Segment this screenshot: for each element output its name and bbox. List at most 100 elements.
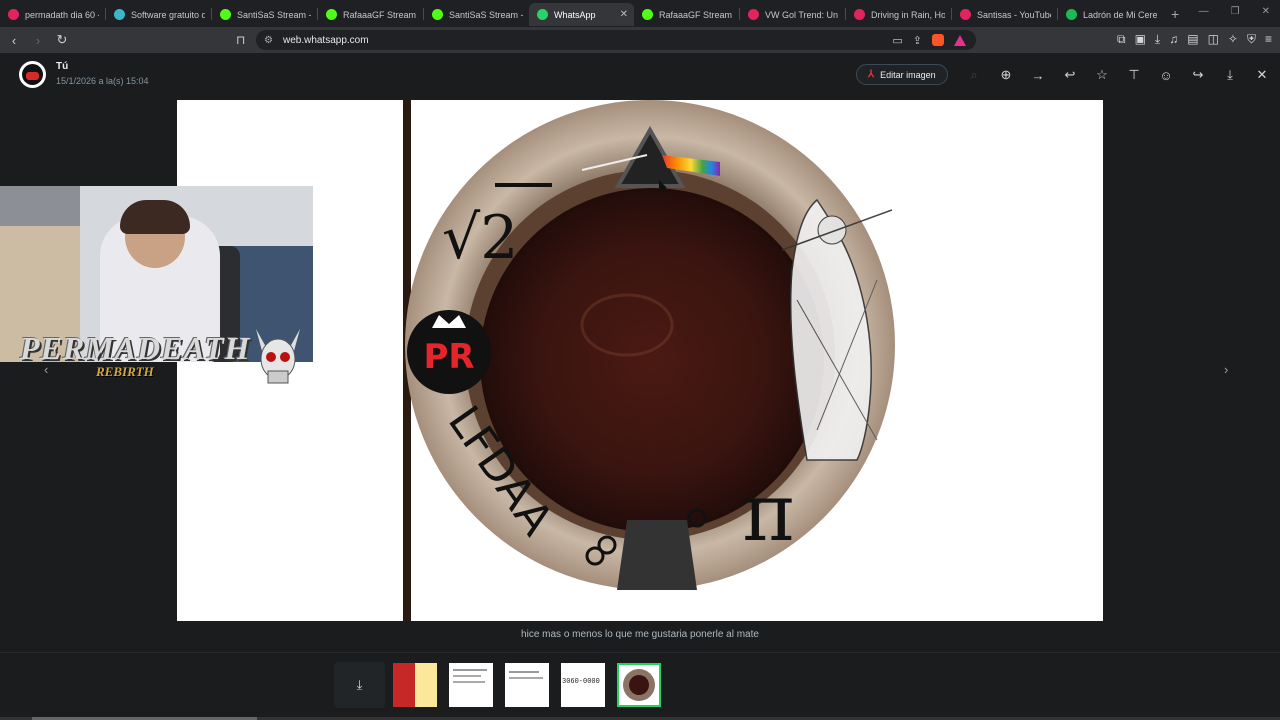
- thumbnail-spreadsheet[interactable]: [393, 663, 437, 707]
- browser-tab[interactable]: SantiSaS Stream - V: [424, 3, 529, 26]
- media-caption: hice mas o menos lo que me gustaria pone…: [521, 629, 759, 640]
- forward-nav-icon[interactable]: ›: [28, 33, 48, 48]
- tab-title: Software gratuito de: [131, 9, 205, 20]
- url-text: web.whatsapp.com: [282, 34, 369, 46]
- browser-tab[interactable]: Santisas - YouTube: [952, 3, 1057, 26]
- tab-favicon-icon: [326, 9, 337, 20]
- restore-icon[interactable]: ❐: [1231, 6, 1240, 17]
- new-tab-button[interactable]: +: [1171, 6, 1179, 22]
- tab-title: RafaaaGF Stream - V: [659, 9, 733, 20]
- tab-favicon-icon: [8, 9, 19, 20]
- edit-image-label: Editar imagen: [880, 69, 936, 80]
- media-viewer-header: Tú 15/1/2026 a la(s) 15:04 ⅄ Editar imag…: [0, 53, 1280, 97]
- leo-ai-icon[interactable]: ✧: [1228, 32, 1238, 47]
- thumbnail-strip: ⤓ 3060-0000: [0, 652, 1280, 720]
- pin-icon[interactable]: ⊤: [1118, 65, 1150, 85]
- tab-favicon-icon: [642, 9, 653, 20]
- tab-favicon-icon: [960, 9, 971, 20]
- avatar-image: [22, 64, 43, 85]
- tab-title: Santisas - YouTube: [977, 9, 1051, 20]
- download-all-button[interactable]: ⤓: [334, 662, 385, 708]
- tab-search-icon[interactable]: ▣: [1135, 32, 1146, 47]
- tab-title: SantiSaS Stream - V: [237, 9, 311, 20]
- tab-title: WhatsApp: [554, 9, 596, 20]
- brave-rewards-icon[interactable]: [954, 34, 966, 46]
- next-media-icon[interactable]: ›: [1224, 362, 1228, 377]
- share-icon[interactable]: ↪: [1182, 65, 1214, 85]
- skull-icon: [256, 329, 300, 384]
- search-icon: ⌕: [970, 67, 978, 82]
- address-bar[interactable]: ⚙ web.whatsapp.com ▭ ⇪: [256, 30, 976, 50]
- back-icon[interactable]: ‹: [4, 33, 24, 48]
- downloads-icon[interactable]: ⤓: [1155, 32, 1160, 47]
- window-controls: — ❐ ✕: [1199, 6, 1270, 17]
- tab-favicon-icon: [537, 9, 548, 20]
- thumbnail-document-1[interactable]: [449, 663, 493, 707]
- zoom-in-icon[interactable]: ⊕: [990, 65, 1022, 85]
- tab-favicon-icon: [1066, 9, 1077, 20]
- tab-close-icon[interactable]: ✕: [620, 9, 628, 20]
- media-image: √2 PR LFDAA π: [177, 100, 1103, 621]
- browser-toolbar: ‹ › ↻ ⊓ ⚙ web.whatsapp.com ▭ ⇪ ⧉ ▣ ⤓ ♫ ▤…: [0, 27, 1280, 53]
- cast-icon[interactable]: ▭: [892, 34, 902, 47]
- tab-title: VW Gol Trend: Un a: [765, 9, 839, 20]
- sidebar-icon[interactable]: ▤: [1187, 32, 1198, 47]
- star-icon[interactable]: ☆: [1086, 65, 1118, 85]
- tab-favicon-icon: [432, 9, 443, 20]
- browser-tab[interactable]: SantiSaS Stream - V: [212, 3, 317, 26]
- viewer-actions: ⌕ ⊕ → ↩ ☆ ⊤ ☺ ↪ ⤓ ✕: [958, 65, 1278, 85]
- pi-symbol: π: [742, 466, 795, 559]
- mate-artwork: √2 PR LFDAA π: [403, 100, 895, 621]
- webcam-headphones: [120, 200, 190, 234]
- close-icon[interactable]: ✕: [1246, 65, 1278, 85]
- browser-tab[interactable]: permadath dia 60 -: [0, 3, 105, 26]
- media-icon[interactable]: ♫: [1169, 32, 1178, 47]
- browser-tab[interactable]: RafaaaGF Stream - V: [634, 3, 739, 26]
- avatar[interactable]: [19, 61, 46, 88]
- tab-favicon-icon: [220, 9, 231, 20]
- brave-shields-icon[interactable]: [932, 34, 944, 46]
- share-page-icon[interactable]: ⇪: [913, 34, 922, 47]
- browser-tab[interactable]: RafaaaGF Stream - V: [318, 3, 423, 26]
- tab-title: Ladrón de Mi Cereb: [1083, 9, 1157, 20]
- tab-title: Driving in Rain, Hol: [871, 9, 945, 20]
- tab-favicon-icon: [114, 9, 125, 20]
- site-info-icon[interactable]: ⚙: [264, 35, 273, 46]
- thumbnail-text-label: 3060-0000: [562, 678, 600, 686]
- forward-icon[interactable]: →: [1022, 65, 1054, 85]
- tab-list: permadath dia 60 - Software gratuito de Sa…: [0, 1, 1163, 26]
- reply-icon[interactable]: ↩: [1054, 65, 1086, 85]
- extension-icons: ⧉ ▣ ⤓ ♫ ▤ ◫ ✧ ⛨ ≡: [1117, 32, 1272, 47]
- edit-image-button[interactable]: ⅄ Editar imagen: [856, 64, 948, 85]
- close-window-icon[interactable]: ✕: [1262, 6, 1270, 17]
- thumbnail-document-2[interactable]: [505, 663, 549, 707]
- browser-tab[interactable]: Software gratuito de: [106, 3, 211, 26]
- download-icon[interactable]: ⤓: [1214, 65, 1246, 85]
- reload-icon[interactable]: ↻: [52, 32, 72, 48]
- menu-icon[interactable]: ≡: [1265, 32, 1272, 47]
- vpn-icon[interactable]: ⛨: [1247, 32, 1256, 47]
- sender-name: Tú: [56, 61, 69, 72]
- address-bar-actions: ▭ ⇪: [892, 34, 966, 47]
- pr-badge-text: PR: [423, 337, 474, 377]
- permadeath-logo: PERMADEATH: [20, 330, 251, 366]
- sqrt2-symbol: √2: [442, 203, 518, 273]
- browser-tab[interactable]: WhatsApp ✕: [529, 3, 634, 26]
- tab-title: RafaaaGF Stream - V: [343, 9, 417, 20]
- browser-tab-strip: permadath dia 60 - Software gratuito de Sa…: [0, 0, 1280, 27]
- thumbnail-text[interactable]: 3060-0000: [561, 663, 605, 707]
- tab-title: SantiSaS Stream - V: [449, 9, 523, 20]
- tab-favicon-icon: [748, 9, 759, 20]
- bookmark-icon[interactable]: ⊓: [236, 33, 245, 47]
- browser-tab[interactable]: VW Gol Trend: Un a: [740, 3, 845, 26]
- browser-tab[interactable]: Driving in Rain, Hol: [846, 3, 951, 26]
- emoji-icon[interactable]: ☺: [1150, 65, 1182, 85]
- tab-title: permadath dia 60 -: [25, 9, 99, 20]
- wallet-icon[interactable]: ◫: [1208, 32, 1219, 47]
- rebirth-logo: REBIRTH: [96, 364, 154, 379]
- extensions-icon[interactable]: ⧉: [1117, 32, 1126, 47]
- browser-tab[interactable]: Ladrón de Mi Cereb: [1058, 3, 1163, 26]
- minimize-icon[interactable]: —: [1199, 6, 1209, 17]
- thumbnail-mate-active[interactable]: [617, 663, 661, 707]
- tab-favicon-icon: [854, 9, 865, 20]
